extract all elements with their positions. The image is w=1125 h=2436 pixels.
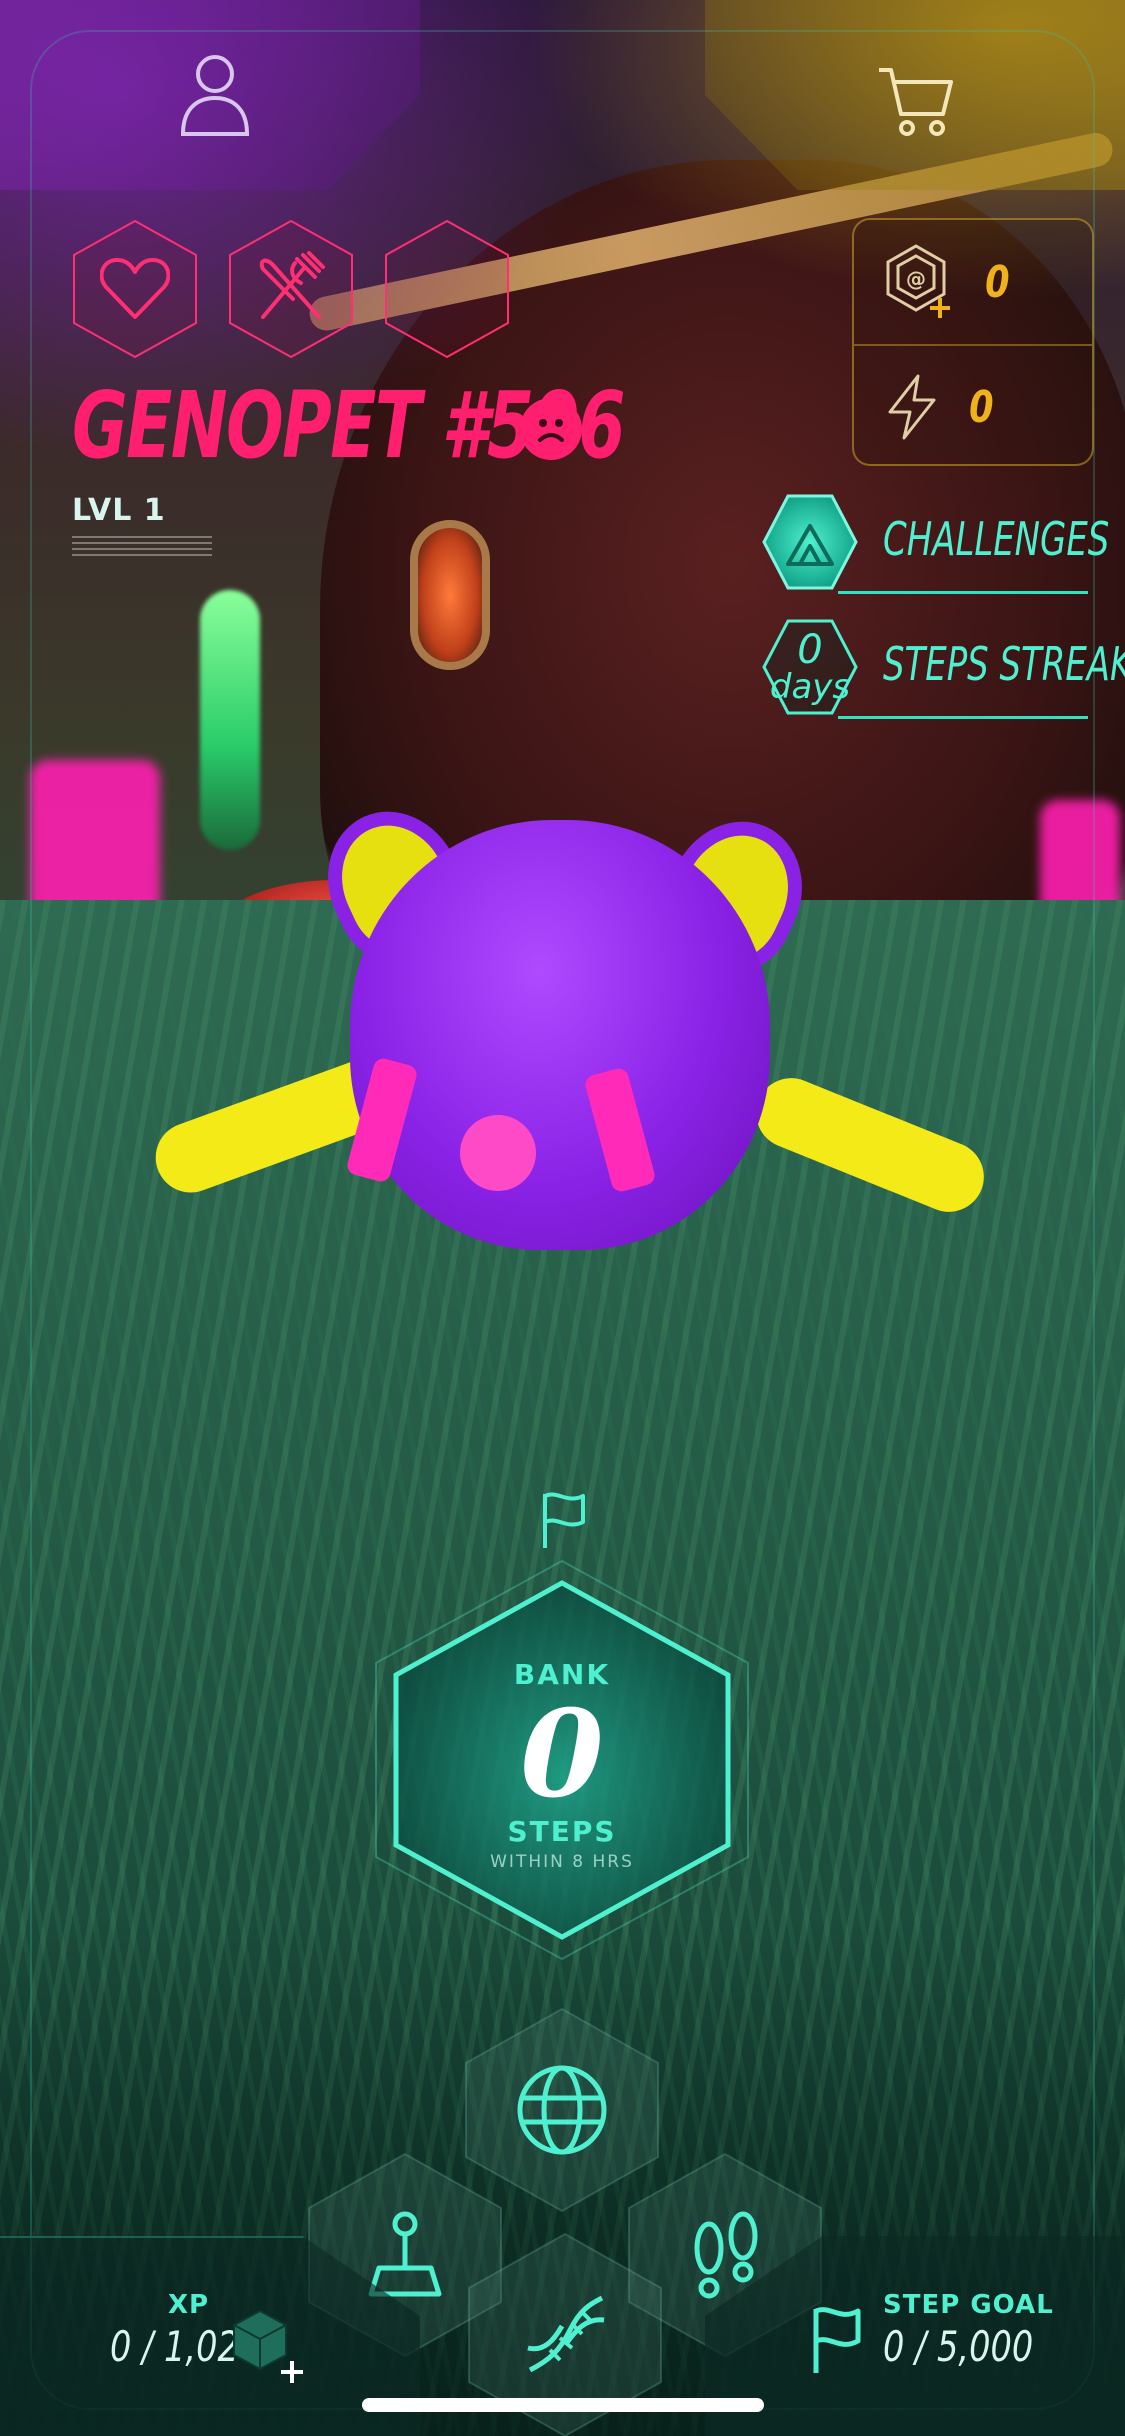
- step-goal-flag-icon: [813, 2307, 861, 2373]
- heart-icon: [100, 258, 170, 319]
- fork-knife-icon: [259, 251, 325, 319]
- bank-value: 0: [520, 1684, 604, 1825]
- bank-steps-button[interactable]: BANK 0 STEPS WITHIN 8 HRS: [362, 1555, 762, 1965]
- svg-text:@: @: [906, 267, 926, 291]
- challenges-button[interactable]: CHALLENGES: [758, 490, 1109, 594]
- gene-currency[interactable]: @ 0: [854, 220, 1092, 344]
- pet-body: [350, 820, 770, 1250]
- steps-streak-label: STEPS STREAK: [883, 637, 1125, 691]
- empty-status-slot[interactable]: [382, 218, 512, 360]
- profile-button[interactable]: [170, 50, 260, 140]
- lightning-icon: [888, 374, 936, 440]
- underline: [838, 591, 1088, 594]
- profile-icon: [180, 55, 250, 136]
- food-status[interactable]: [226, 218, 356, 360]
- pet-nose: [460, 1115, 536, 1191]
- flag-icon: [543, 1492, 585, 1548]
- tree-window: [410, 520, 490, 670]
- xp-label: XP: [168, 2290, 210, 2320]
- energy-currency[interactable]: 0: [854, 344, 1092, 468]
- gene-token-icon: @: [886, 244, 950, 318]
- step-goal-label: STEP GOAL: [883, 2290, 1054, 2320]
- streak-badge: 0 days: [758, 615, 862, 719]
- level-description-lines: [72, 536, 212, 556]
- dna-icon: [527, 2295, 605, 2373]
- status-hexes: [70, 218, 512, 360]
- home-indicator[interactable]: [362, 2398, 764, 2412]
- underline: [838, 716, 1088, 719]
- streak-count: 0: [797, 627, 823, 673]
- xp-boost-icon[interactable]: [230, 2305, 310, 2385]
- globe-icon: [517, 2065, 607, 2155]
- gene-value: 0: [985, 256, 1010, 308]
- steps-streak-button[interactable]: 0 days STEPS STREAK: [758, 615, 1125, 719]
- challenges-label: CHALLENGES: [883, 512, 1110, 566]
- health-status[interactable]: [70, 218, 200, 360]
- energy-value: 0: [969, 381, 994, 433]
- bank-subtitle: WITHIN 8 HRS: [490, 1852, 634, 1872]
- step-goal-value: 0 / 5,000: [883, 2322, 1034, 2371]
- cart-icon: [879, 68, 953, 136]
- streak-unit: days: [769, 667, 851, 707]
- joystick-icon: [368, 2211, 442, 2297]
- hex-frame: [385, 219, 509, 359]
- pet-level: LVL 1: [72, 493, 166, 528]
- challenges-icon: [758, 490, 862, 594]
- pet-wing-right: [745, 1067, 995, 1223]
- sad-face-icon: [520, 398, 582, 460]
- genopet-character[interactable]: [145, 789, 1010, 1310]
- bank-unit: STEPS: [507, 1815, 617, 1848]
- shop-cart-button[interactable]: [870, 55, 960, 145]
- currency-panel[interactable]: @ 0 0: [852, 218, 1094, 466]
